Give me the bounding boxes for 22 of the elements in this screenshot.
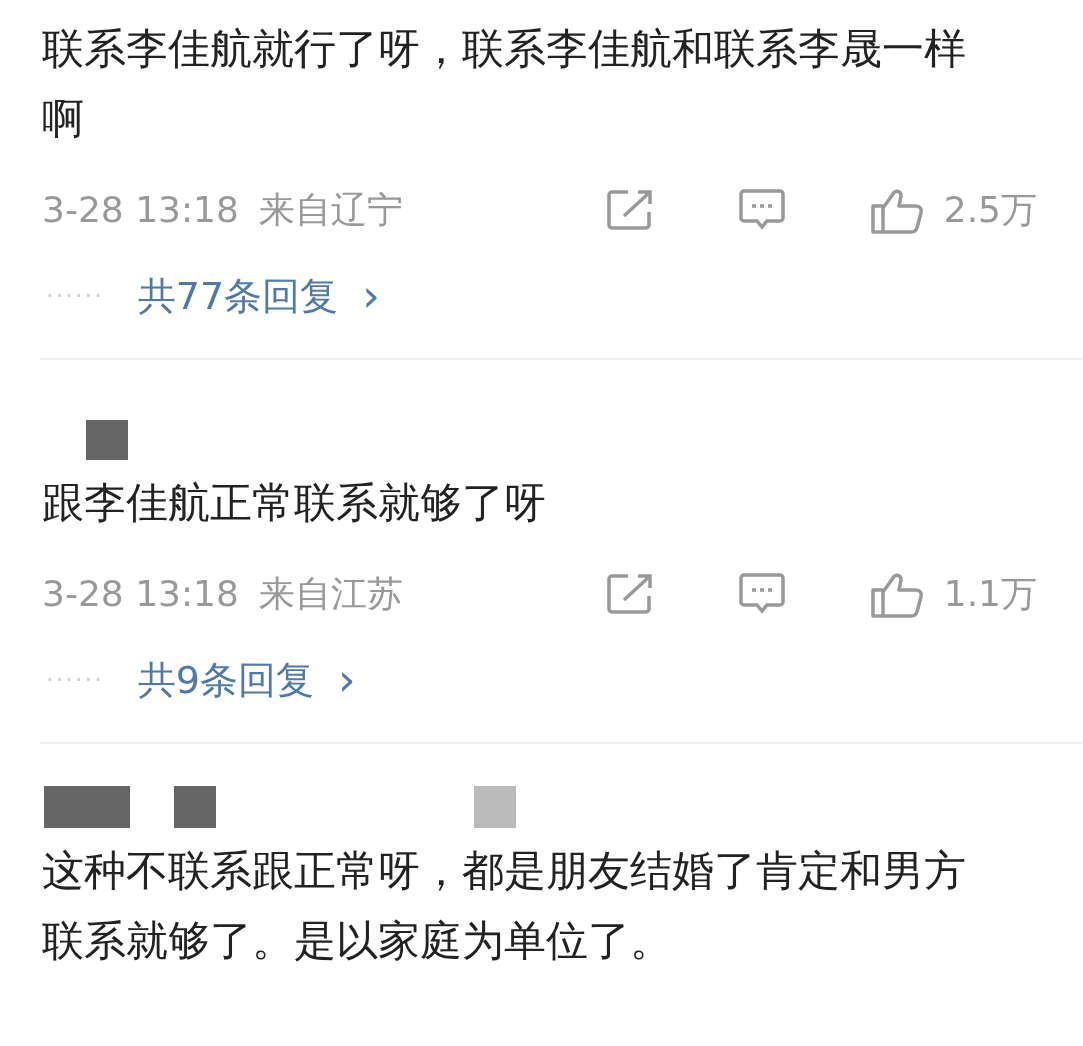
redaction-block (174, 786, 216, 828)
thumbs-up-icon[interactable] (869, 570, 924, 618)
timestamp: 3-28 13:18 (42, 572, 239, 616)
ellipsis: ······ (46, 281, 104, 312)
comment-text: 这种不联系跟正常呀，都是朋友结婚了肯定和男方联系就够了。是以家庭为单位了。 (41, 845, 967, 967)
redaction-block (86, 420, 128, 460)
location: 来自江苏 (258, 572, 403, 616)
share-icon[interactable] (605, 572, 654, 616)
comment-text: 跟李佳航正常联系就够了呀 (41, 477, 547, 529)
replies-link[interactable]: 共9条回复 › (137, 647, 356, 713)
comment-text: 联系李佳航就行了呀，联系李佳航和联系李晟一样啊 (41, 23, 967, 145)
like-count: 1.1万 (943, 572, 1037, 616)
location: 来自辽宁 (258, 188, 403, 232)
ellipsis: ······ (46, 665, 104, 696)
share-icon[interactable] (605, 188, 654, 232)
redaction-block (474, 786, 516, 828)
comment-icon[interactable] (737, 572, 786, 616)
timestamp: 3-28 13:18 (42, 188, 239, 232)
replies-link[interactable]: 共77条回复 › (137, 263, 380, 329)
thumbs-up-icon[interactable] (869, 186, 924, 234)
comment-icon[interactable] (737, 188, 786, 232)
like-count: 2.5万 (943, 188, 1037, 232)
